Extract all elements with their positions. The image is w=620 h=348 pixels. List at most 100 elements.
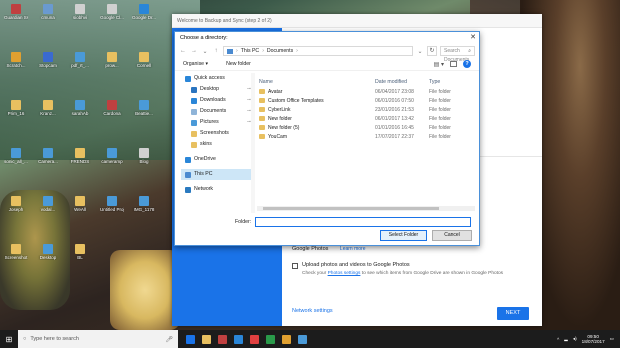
desktop-shortcut[interactable]: BL <box>68 244 92 260</box>
taskbar-app-icon[interactable] <box>250 334 259 344</box>
nav-item[interactable]: skins <box>181 139 253 150</box>
breadcrumb-documents[interactable]: Documents <box>267 48 293 54</box>
notifications-icon[interactable]: ▭ <box>610 336 614 342</box>
nav-item[interactable]: Quick access <box>181 73 253 84</box>
nav-item[interactable]: Documents ⊸ <box>181 106 253 117</box>
desktop-shortcut[interactable]: Joseph <box>4 196 28 212</box>
nav-item[interactable]: Desktop ⊸ <box>181 84 253 95</box>
desktop-shortcut[interactable]: pdf_rt_... <box>68 52 92 68</box>
taskbar-app-icon[interactable] <box>218 334 227 344</box>
preview-pane-icon[interactable] <box>450 61 457 67</box>
desktop-shortcut[interactable]: Blog <box>132 148 156 164</box>
desktop-shortcut[interactable]: IMG_1178 <box>132 196 156 212</box>
taskbar-app-icon[interactable] <box>298 334 307 344</box>
desktop-shortcut[interactable]: Desktop <box>36 244 60 260</box>
up-arrow-icon[interactable]: ↑ <box>212 48 220 54</box>
desktop-shortcut[interactable]: Camera... <box>36 148 60 164</box>
shortcut-label: Google Dr... <box>132 15 156 20</box>
desktop-shortcut[interactable]: Untitled Projects <box>100 196 124 212</box>
learn-more-link[interactable]: Learn more <box>340 246 366 252</box>
desktop-shortcut[interactable]: Guardian Ssssss <box>4 4 28 20</box>
desktop-shortcut[interactable]: vodal... <box>36 196 60 212</box>
shortcut-icon <box>107 148 117 158</box>
desktop-shortcut[interactable]: Google Dr... <box>132 4 156 20</box>
chevron-up-icon[interactable]: ^ <box>557 337 559 342</box>
breadcrumb-this-pc[interactable]: This PC <box>241 48 259 54</box>
file-name-cell: Avatar <box>257 89 375 95</box>
column-header-date[interactable]: Date modified <box>375 79 429 85</box>
file-row[interactable]: CyberLink 23/01/2016 21:53 File folder <box>257 105 477 114</box>
organise-menu[interactable]: Organise ▾ <box>183 61 208 67</box>
desktop-shortcut[interactable]: Cornell <box>132 52 156 68</box>
nav-item[interactable]: Downloads ⊸ <box>181 95 253 106</box>
chevron-down-icon[interactable]: ⌄ <box>201 48 209 55</box>
folder-input[interactable] <box>255 217 472 227</box>
file-date: 01/01/2016 16:45 <box>375 124 414 131</box>
view-options-icon[interactable]: ▤ ▾ <box>434 61 444 68</box>
desktop-shortcut[interactable]: prow... <box>100 52 124 68</box>
shortcut-label: WeAll <box>74 207 86 212</box>
desktop-shortcut[interactable]: cameramp <box>100 148 124 164</box>
upload-photos-row[interactable]: Upload photos and videos to Google Photo… <box>292 262 532 269</box>
taskbar-app-icon[interactable] <box>202 334 211 344</box>
network-icon[interactable]: ▂ <box>564 336 568 342</box>
scrollbar-thumb[interactable] <box>263 207 439 210</box>
volume-icon[interactable]: ◂) <box>573 336 577 342</box>
taskbar-app-icon[interactable] <box>234 334 243 344</box>
forward-arrow-icon[interactable]: → <box>190 48 198 54</box>
new-folder-button[interactable]: New folder <box>226 61 251 67</box>
column-header-type[interactable]: Type <box>429 79 475 85</box>
taskbar-app-icon[interactable] <box>282 334 291 344</box>
desktop-shortcut[interactable]: sonic_all_... <box>4 148 28 164</box>
windows-start-icon[interactable]: ⊞ <box>0 330 18 348</box>
desktop-shortcut[interactable]: Google Cl... <box>100 4 124 20</box>
next-button[interactable]: NEXT <box>497 307 529 320</box>
horizontal-scrollbar[interactable] <box>257 206 475 211</box>
file-row[interactable]: New folder (5) 01/01/2016 16:45 File folde… <box>257 123 477 132</box>
pictures-icon <box>191 119 197 126</box>
taskbar: ⊞ ○ Type here to search 🎤︎ ^ ▂ ◂) 09:50 … <box>0 330 620 348</box>
desktop-shortcut[interactable]: cmuna <box>36 4 60 20</box>
nav-item[interactable]: OneDrive <box>181 154 253 165</box>
nav-item[interactable]: This PC <box>181 169 253 180</box>
nav-item[interactable]: Network <box>181 184 253 195</box>
desktop-shortcut[interactable]: WeAll <box>68 196 92 212</box>
desktop-shortcut[interactable]: Kranz... <box>36 100 60 116</box>
desktop-shortcut[interactable]: Cardona <box>100 100 124 116</box>
network-icon <box>185 186 191 193</box>
clock[interactable]: 09:50 18/07/2017 <box>582 334 605 345</box>
nav-item[interactable]: Pictures ⊸ <box>181 117 253 128</box>
taskbar-app-icon[interactable] <box>266 334 275 344</box>
search-input[interactable]: Search Documents ⌕ <box>440 46 475 63</box>
photos-settings-link[interactable]: Photos settings <box>328 271 361 276</box>
cancel-button[interactable]: Cancel <box>432 230 472 241</box>
column-header-name[interactable]: Name <box>257 79 375 85</box>
taskbar-app-icon[interactable] <box>186 334 195 344</box>
desktop-shortcut[interactable]: siobhvi <box>68 4 92 20</box>
address-dropdown-icon[interactable]: ⌄ <box>416 48 424 55</box>
desktop-shortcut[interactable]: Stopcam <box>36 52 60 68</box>
microphone-icon[interactable]: 🎤︎ <box>165 336 173 343</box>
file-row[interactable]: Custom Office Templates 06/01/2016 07:50 F… <box>257 96 477 105</box>
upload-photos-checkbox[interactable] <box>292 263 298 269</box>
nav-item[interactable]: Screenshots <box>181 128 253 139</box>
select-folder-button[interactable]: Select Folder <box>380 230 427 241</box>
desktop-shortcut[interactable]: Prim_16 <box>4 100 28 116</box>
taskbar-search-box[interactable]: ○ Type here to search 🎤︎ <box>18 330 178 348</box>
desktop-shortcut[interactable]: FRENDS <box>68 148 92 164</box>
file-row[interactable]: New folder 06/01/2017 13:42 File folder <box>257 114 477 123</box>
file-row[interactable]: Avatar 06/04/2017 23:08 File folder <box>257 87 477 96</box>
desktop-shortcut[interactable]: Scratch... <box>4 52 28 68</box>
desktop-shortcut[interactable]: sarahAb <box>68 100 92 116</box>
desktop-shortcut[interactable]: Beattie... <box>132 100 156 116</box>
desktop-shortcut[interactable]: Screenshot <box>4 244 28 260</box>
file-row[interactable]: YouCam 17/07/2017 22:37 File folder <box>257 132 477 141</box>
back-arrow-icon[interactable]: ← <box>179 48 187 54</box>
navigation-scrollbar[interactable] <box>251 73 255 213</box>
refresh-icon[interactable]: ↻ <box>427 46 437 56</box>
close-icon[interactable]: ✕ <box>470 32 476 44</box>
help-icon[interactable]: ? <box>463 60 471 68</box>
shortcut-icon <box>107 52 117 62</box>
address-bar[interactable]: › This PC › Documents › <box>223 46 413 56</box>
network-settings-link[interactable]: Network settings <box>292 308 333 314</box>
